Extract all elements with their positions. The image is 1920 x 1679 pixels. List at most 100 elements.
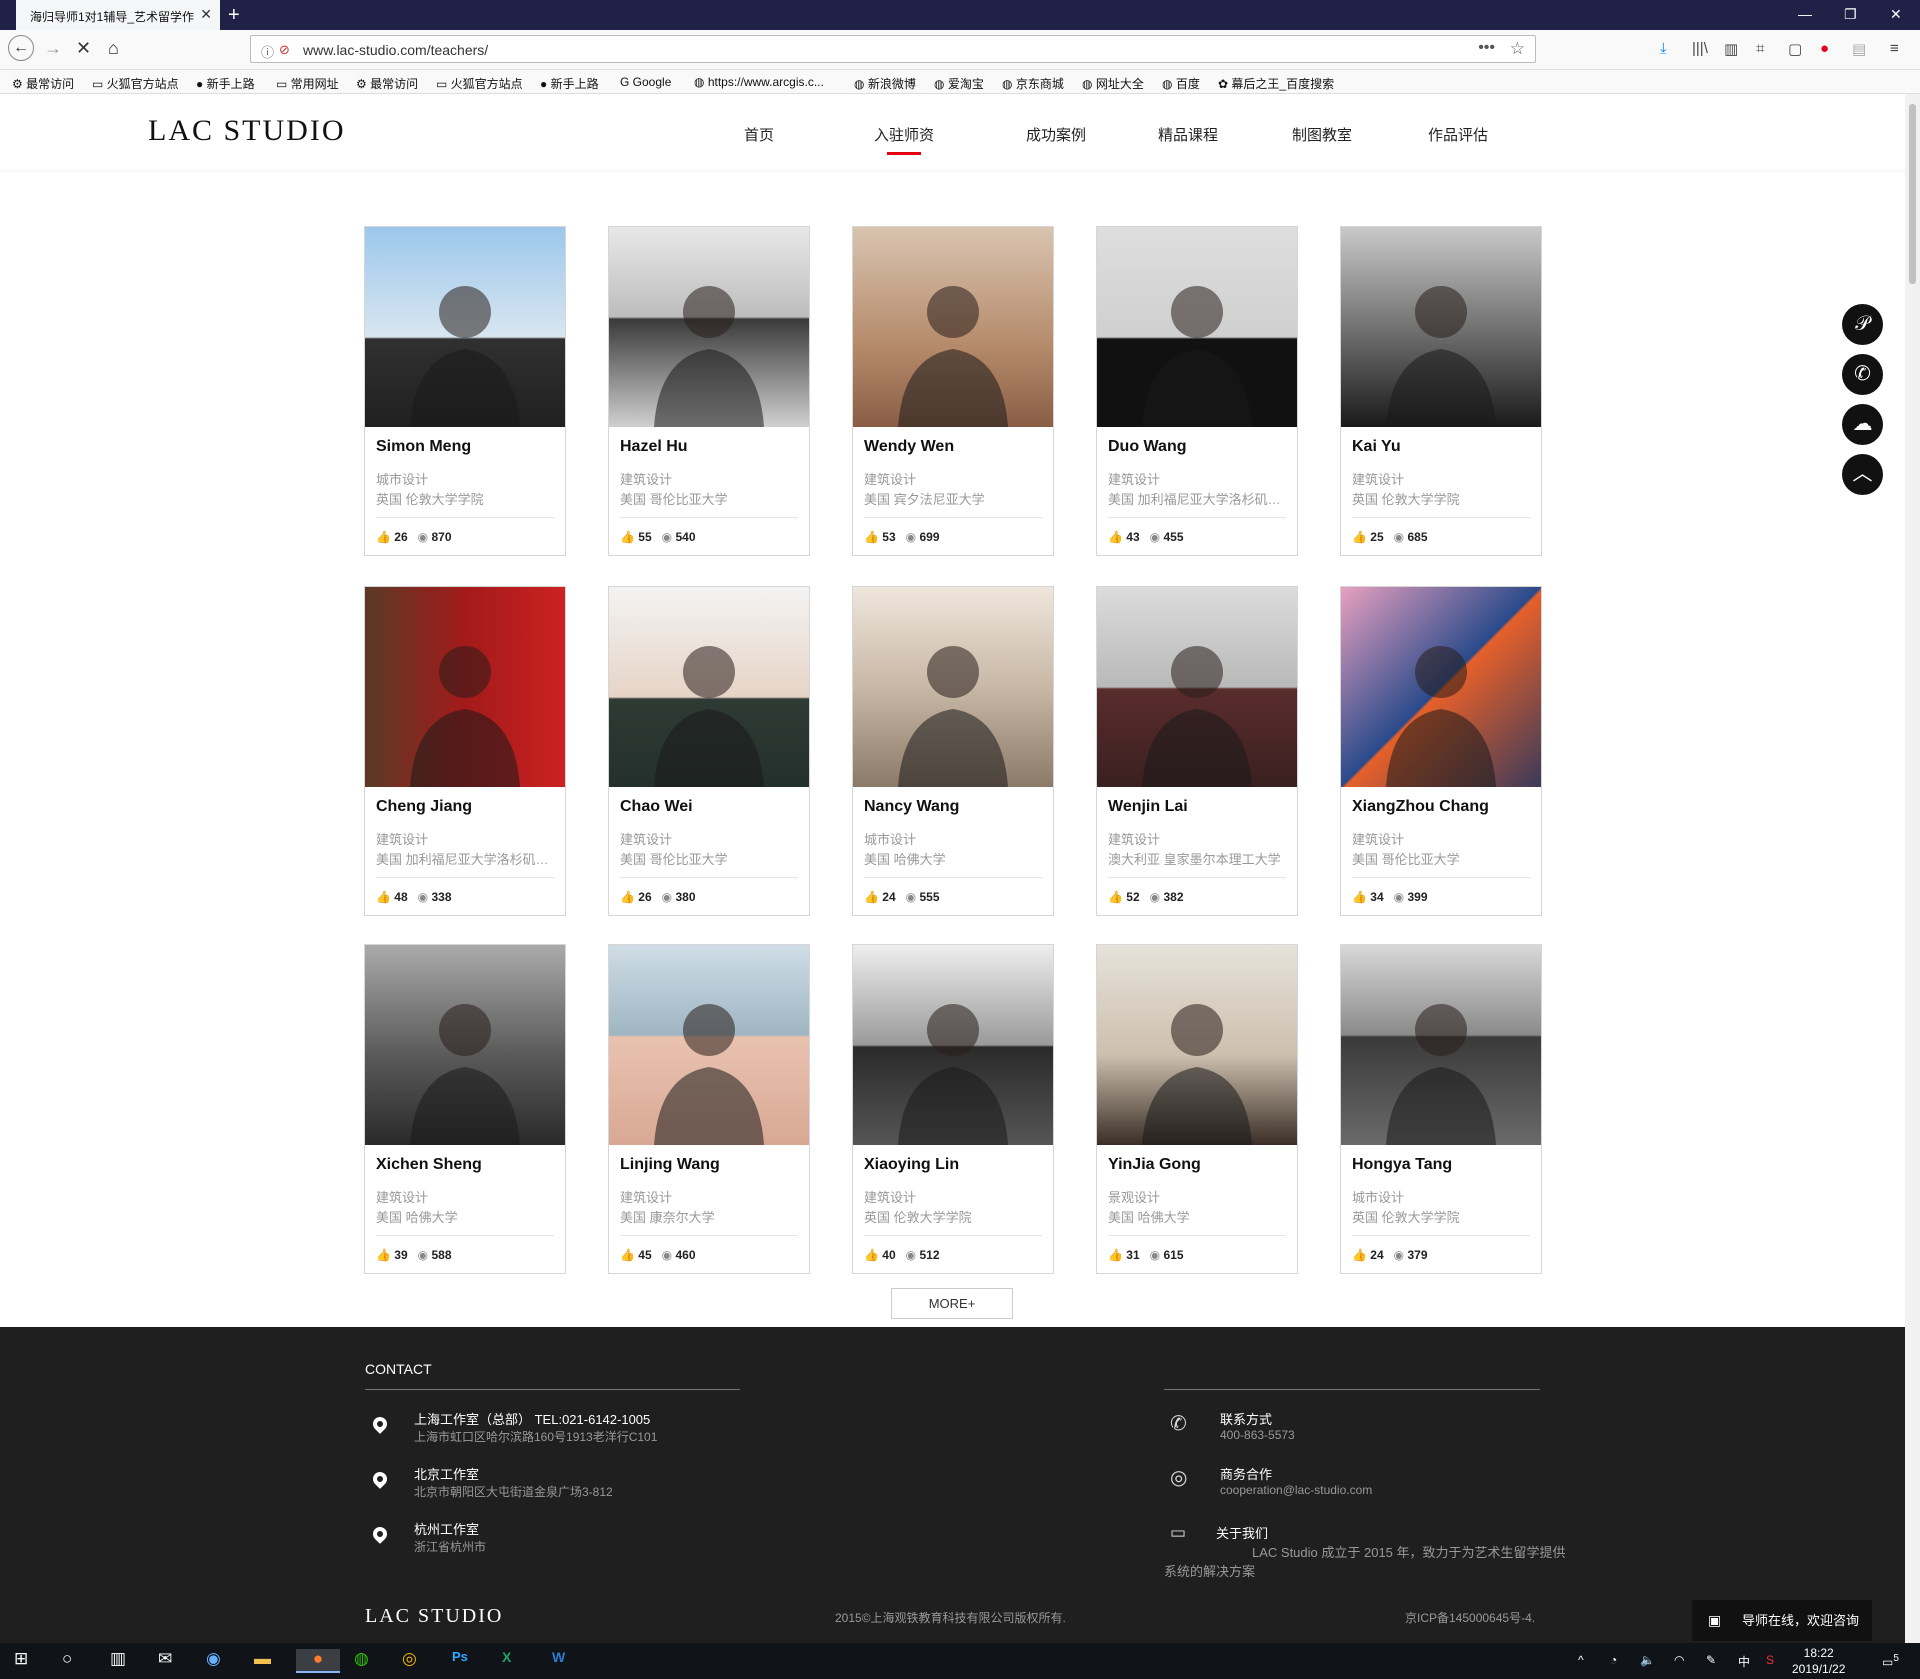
teacher-photo[interactable]: [853, 945, 1053, 1145]
pinterest-extension-icon[interactable]: ●: [1820, 40, 1829, 57]
thumbs-up-icon[interactable]: 👍: [620, 530, 635, 544]
menu-icon[interactable]: ≡: [1890, 40, 1899, 57]
teacher-name[interactable]: Xiaoying Lin: [864, 1156, 959, 1174]
nav-home[interactable]: 首页: [744, 124, 774, 145]
tray-app-icon[interactable]: ◔: [1610, 1653, 1617, 1667]
bookmark-item[interactable]: ◍ https://www.arcgis.c...: [694, 75, 824, 89]
mail-icon[interactable]: ✉: [158, 1649, 172, 1673]
back-icon[interactable]: ←: [8, 35, 34, 61]
bookmark-item[interactable]: ● 新手上路: [196, 75, 255, 92]
volume-icon[interactable]: 🔈: [1640, 1653, 1655, 1667]
teacher-photo[interactable]: [853, 227, 1053, 427]
thumbs-up-icon[interactable]: 👍: [376, 530, 391, 544]
teacher-photo[interactable]: [1097, 227, 1297, 427]
teacher-card[interactable]: Chao Wei 建筑设计 美国 哥伦比亚大学 👍 26 ◉ 380: [608, 586, 810, 916]
teacher-name[interactable]: Hongya Tang: [1352, 1156, 1452, 1174]
thumbs-up-icon[interactable]: 👍: [864, 890, 879, 904]
windows-start-icon[interactable]: ⊞: [14, 1649, 28, 1673]
sidebar-icon[interactable]: ▥: [1724, 40, 1738, 58]
excel-icon[interactable]: X: [502, 1649, 511, 1673]
teacher-photo[interactable]: [1341, 227, 1541, 427]
ime-indicator[interactable]: 中: [1738, 1653, 1750, 1670]
bookmark-item[interactable]: G Google: [620, 75, 671, 89]
browser-tab[interactable]: 海归导师1对1辅导_艺术留学作 ✕: [16, 0, 220, 30]
forward-icon[interactable]: →: [44, 38, 62, 59]
teacher-photo[interactable]: [1341, 945, 1541, 1145]
teacher-name[interactable]: Linjing Wang: [620, 1156, 720, 1174]
teacher-photo[interactable]: [609, 945, 809, 1145]
bookmark-item[interactable]: ◍ 百度: [1162, 75, 1200, 92]
teacher-photo[interactable]: [365, 945, 565, 1145]
new-tab-icon[interactable]: +: [228, 4, 240, 27]
bookmark-item[interactable]: ▭ 常用网址: [276, 75, 339, 92]
teacher-photo[interactable]: [609, 587, 809, 787]
teacher-card[interactable]: Hazel Hu 建筑设计 美国 哥伦比亚大学 👍 55 ◉ 540: [608, 226, 810, 556]
bookmark-item[interactable]: ◍ 网址大全: [1082, 75, 1144, 92]
teacher-name[interactable]: Xichen Sheng: [376, 1156, 482, 1174]
nav-teachers[interactable]: 入驻师资: [874, 124, 934, 145]
teacher-name[interactable]: Simon Meng: [376, 438, 471, 456]
business-email[interactable]: cooperation@lac-studio.com: [1220, 1483, 1372, 1497]
teacher-card[interactable]: Linjing Wang 建筑设计 美国 康奈尔大学 👍 45 ◉ 460: [608, 944, 810, 1274]
file-explorer-icon[interactable]: ▬: [254, 1649, 271, 1673]
teacher-name[interactable]: XiangZhou Chang: [1352, 798, 1489, 816]
bookmark-item[interactable]: ● 新手上路: [540, 75, 599, 92]
clock[interactable]: 18:22 2019/1/22: [1792, 1645, 1845, 1677]
wechat-icon[interactable]: ◍: [354, 1649, 369, 1673]
bookmark-item[interactable]: ⚙ 最常访问: [356, 75, 418, 92]
scrollbar-thumb[interactable]: [1909, 104, 1916, 284]
close-window-icon[interactable]: ✕: [1890, 6, 1902, 23]
firefox-icon[interactable]: ●: [296, 1649, 340, 1673]
network-icon[interactable]: ◠: [1674, 1653, 1684, 1667]
site-info-icon[interactable]: ⓘ: [261, 42, 274, 61]
site-logo[interactable]: LAC STUDIO: [148, 114, 346, 148]
back-to-top-icon[interactable]: ︿: [1842, 454, 1883, 495]
home-icon[interactable]: ⌂: [108, 38, 119, 59]
sogou-icon[interactable]: S: [1766, 1653, 1774, 1667]
teacher-name[interactable]: Duo Wang: [1108, 438, 1187, 456]
chrome-icon[interactable]: ◎: [402, 1649, 417, 1673]
bookmark-item[interactable]: ▭ 火狐官方站点: [92, 75, 179, 92]
thumbs-up-icon[interactable]: 👍: [620, 890, 635, 904]
library-icon[interactable]: |||\: [1692, 40, 1708, 57]
nav-cases[interactable]: 成功案例: [1026, 124, 1086, 145]
bookmark-item[interactable]: ◍ 爱淘宝: [934, 75, 984, 92]
extension-icon[interactable]: ▢: [1788, 40, 1802, 58]
url-text[interactable]: www.lac-studio.com/teachers/: [303, 42, 488, 58]
teacher-name[interactable]: Hazel Hu: [620, 438, 688, 456]
thumbs-up-icon[interactable]: 👍: [620, 1248, 635, 1262]
teacher-photo[interactable]: [365, 227, 565, 427]
thumbs-up-icon[interactable]: 👍: [1108, 890, 1123, 904]
thumbs-up-icon[interactable]: 👍: [376, 1248, 391, 1262]
teacher-name[interactable]: Cheng Jiang: [376, 798, 472, 816]
nav-portfolio-review[interactable]: 作品评估: [1428, 124, 1488, 145]
bookmark-item[interactable]: ⚙ 最常访问: [12, 75, 74, 92]
teacher-photo[interactable]: [365, 587, 565, 787]
thumbs-up-icon[interactable]: 👍: [1352, 890, 1367, 904]
bookmark-item[interactable]: ◍ 京东商城: [1002, 75, 1064, 92]
teacher-name[interactable]: Wendy Wen: [864, 438, 954, 456]
thumbs-up-icon[interactable]: 👍: [864, 530, 879, 544]
teacher-card[interactable]: Simon Meng 城市设计 英国 伦敦大学学院 👍 26 ◉ 870: [364, 226, 566, 556]
teacher-photo[interactable]: [609, 227, 809, 427]
bookmark-item[interactable]: ▭ 火狐官方站点: [436, 75, 523, 92]
teacher-photo[interactable]: [1097, 945, 1297, 1145]
thumbs-up-icon[interactable]: 👍: [1108, 530, 1123, 544]
nav-courses[interactable]: 精品课程: [1158, 124, 1218, 145]
teacher-card[interactable]: YinJia Gong 景观设计 美国 哈佛大学 👍 31 ◉ 615: [1096, 944, 1298, 1274]
teacher-card[interactable]: Hongya Tang 城市设计 英国 伦敦大学学院 👍 24 ◉ 379: [1340, 944, 1542, 1274]
contact-phone[interactable]: 400-863-5573: [1220, 1428, 1295, 1442]
teacher-photo[interactable]: [1341, 587, 1541, 787]
pdf-extension-icon[interactable]: ▤: [1852, 40, 1866, 58]
pen-icon[interactable]: ✎: [1706, 1653, 1716, 1667]
teacher-photo[interactable]: [853, 587, 1053, 787]
thumbs-up-icon[interactable]: 👍: [864, 1248, 879, 1262]
photoshop-icon[interactable]: Ps: [452, 1649, 468, 1673]
task-view-icon[interactable]: ▥: [110, 1649, 126, 1673]
bookmark-item[interactable]: ◍ 新浪微博: [854, 75, 916, 92]
bookmark-star-icon[interactable]: ☆: [1510, 39, 1525, 59]
icp-number[interactable]: 京ICP备145000645号-4.: [1405, 1609, 1535, 1626]
nav-drawing-class[interactable]: 制图教室: [1292, 124, 1352, 145]
teacher-name[interactable]: Chao Wei: [620, 798, 693, 816]
screenshot-icon[interactable]: ⌗: [1756, 40, 1764, 57]
